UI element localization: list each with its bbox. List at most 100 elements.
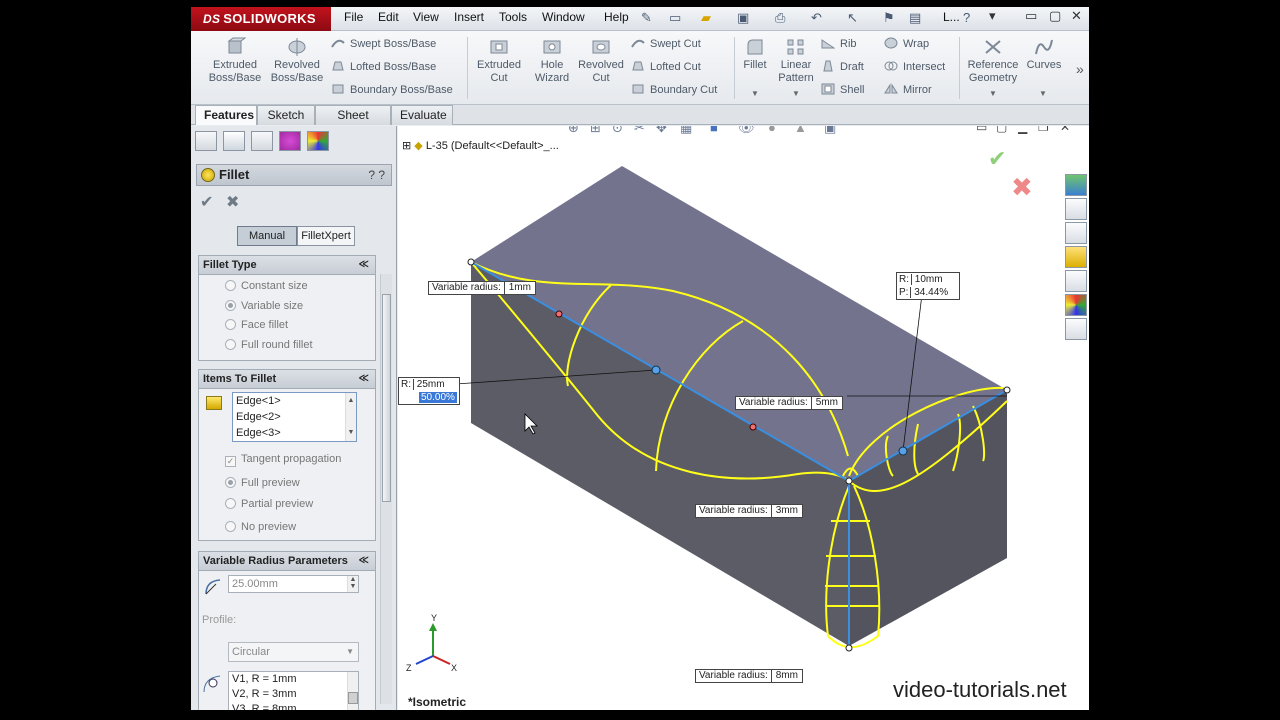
vertex-list[interactable]: V1, R = 1mm V2, R = 3mm V3, R = 8mm [228,671,359,710]
reference-dropdown-icon[interactable]: ▼ [989,89,997,98]
tab-sketch[interactable]: Sketch [257,105,315,125]
callout-r-25mm[interactable]: R: 25mm 50.00% [398,377,460,405]
custom-properties-icon[interactable] [1065,318,1087,340]
options-icon[interactable]: ? [963,10,970,25]
collapse-icon[interactable]: ≪ [359,256,369,274]
tangent-propagation-checkbox[interactable]: ✓ Tangent propagation [225,452,341,467]
collapse-icon[interactable]: ≪ [359,370,369,388]
view-orientation-icon[interactable]: ▦ [680,126,692,136]
graphics-area[interactable]: Y Z X ✔ ✖ ⊕ ⊞ ⊙ ✂ ✥ ▦ ■ 👁 ● ▲ ▣ ▭ ▢ ▁ ❐ … [398,126,1089,710]
hole-wizard-button[interactable]: Hole Wizard [529,37,575,85]
tab-features[interactable]: Features [195,105,257,125]
expand-icon[interactable]: ⊞ [402,140,411,152]
viewport-restore-icon[interactable]: ❐ [1038,126,1049,134]
resources-icon[interactable] [1065,174,1087,196]
cancel-x-icon[interactable]: ✖ [226,192,239,212]
appearances-icon[interactable] [1065,294,1087,316]
menu-insert[interactable]: Insert [454,10,484,24]
minimize-icon[interactable]: ▭ [1025,8,1037,24]
menu-edit[interactable]: Edit [378,10,399,24]
menu-tools[interactable]: Tools [499,10,527,24]
model-canvas[interactable]: Y Z X ✔ ✖ [398,126,1089,710]
hide-show-icon[interactable]: 👁 [738,126,755,136]
control-point[interactable] [749,423,757,431]
revolved-boss-button[interactable]: Revolved Boss/Base [267,37,327,85]
menu-window[interactable]: Window [542,10,585,24]
boundary-boss-button[interactable]: Boundary Boss/Base [331,81,453,99]
pm-scrollbar[interactable] [380,274,392,704]
position-percent-input[interactable]: 50.00% [419,392,457,403]
edges-list[interactable]: Edge<1> Edge<2> Edge<3> ▲ ▼ [232,392,357,442]
file-explorer-icon[interactable] [1065,246,1087,268]
curves-dropdown-icon[interactable]: ▼ [1039,89,1047,98]
linear-pattern-button[interactable]: Linear Pattern [773,37,819,85]
confirm-ok-icon[interactable]: ✔ [988,146,1006,171]
confirm-cancel-icon[interactable]: ✖ [1011,172,1033,202]
new-document-icon[interactable]: ▭ [669,10,681,26]
viewport-minimize-icon[interactable]: ▁ [1018,126,1027,134]
wrap-button[interactable]: Wrap [884,35,929,53]
maximize-icon[interactable]: ▢ [1049,8,1061,24]
intersect-button[interactable]: Intersect [884,58,945,76]
undo-icon[interactable]: ↶ [811,10,822,26]
pattern-dropdown-icon[interactable]: ▼ [792,89,800,98]
swept-boss-button[interactable]: Swept Boss/Base [331,35,436,53]
close-icon[interactable]: ✕ [1071,8,1082,24]
extruded-boss-button[interactable]: Extruded Boss/Base [205,37,265,85]
shell-button[interactable]: Shell [821,81,864,99]
tab-evaluate[interactable]: Evaluate [391,105,453,125]
menu-help[interactable]: Help [604,10,629,24]
vertex-point[interactable] [467,258,475,266]
option-partial-preview[interactable]: Partial preview [225,497,313,511]
manual-mode-button[interactable]: Manual [237,226,297,246]
display-style-icon[interactable]: ■ [710,126,718,135]
variable-radius-header[interactable]: Variable Radius Parameters ≪ [199,552,375,571]
option-full-preview[interactable]: Full preview [225,476,300,490]
list-item[interactable]: V2, R = 3mm [232,687,358,702]
option-face-fillet[interactable]: Face fillet [225,318,288,332]
scene-icon[interactable]: ▲ [794,126,807,135]
list-item[interactable]: Edge<2> [236,409,356,425]
list-item[interactable]: Edge<1> [236,393,356,409]
solidworks-logo[interactable]: DS SOLIDWORKS [191,7,331,31]
option-variable-size[interactable]: Variable size [225,299,303,313]
zoom-area-icon[interactable]: ⊞ [590,126,601,136]
callout-r-10mm[interactable]: R: 10mm P: 34.44% [896,272,960,300]
reference-geometry-button[interactable]: Reference Geometry [963,37,1023,85]
rebuild-icon[interactable]: ⚑ [883,10,895,26]
viewport-close-icon[interactable]: ✕ [1060,126,1070,134]
list-scrollbar[interactable]: ▲ ▼ [345,393,356,441]
home-icon[interactable] [1065,198,1087,220]
extruded-cut-button[interactable]: Extruded Cut [470,37,528,85]
vertex-point[interactable] [845,477,853,485]
select-icon[interactable]: ↖ [847,10,858,26]
tile-icon[interactable]: ▭ [976,126,987,134]
doc-restore-icon[interactable]: ▾ [989,8,996,24]
list-item[interactable]: V1, R = 1mm [232,672,358,687]
callout-radius-1mm[interactable]: Variable radius: 1mm [428,281,536,295]
pin-icon[interactable]: ✎ [641,10,652,26]
radius-input[interactable]: 25.00mm ▲ ▼ [228,575,359,593]
help-icon[interactable]: ? ? [368,165,385,185]
vertex-point[interactable] [898,446,908,456]
vertex-point[interactable] [651,365,661,375]
callout-radius-5mm[interactable]: Variable radius: 5mm [735,396,843,410]
callout-radius-8mm[interactable]: Variable radius: 8mm [695,669,803,683]
flyout-tree-breadcrumb[interactable]: ⊞ ◆ L-35 (Default<<Default>_... [402,139,559,152]
section-view-icon[interactable]: ✂ [634,126,645,136]
zoom-to-fit-icon[interactable]: ⊕ [568,126,579,136]
dimxpert-manager-icon[interactable] [279,131,301,151]
file-properties-icon[interactable]: ▤ [909,10,921,26]
callout-radius-3mm[interactable]: Variable radius: 3mm [695,504,803,518]
tab-sheet-metal[interactable]: Sheet Metal [315,105,391,141]
save-icon[interactable]: ▣ [737,10,749,26]
design-library-icon[interactable] [1065,222,1087,244]
boundary-cut-button[interactable]: Boundary Cut [631,81,717,99]
display-manager-icon[interactable] [307,131,329,151]
view-settings-icon[interactable]: ▣ [824,126,836,136]
filletxpert-mode-button[interactable]: FilletXpert [297,226,355,246]
rib-button[interactable]: Rib [821,35,857,53]
option-constant-size[interactable]: Constant size [225,279,308,293]
control-point[interactable] [555,310,563,318]
draft-button[interactable]: Draft [821,58,864,76]
